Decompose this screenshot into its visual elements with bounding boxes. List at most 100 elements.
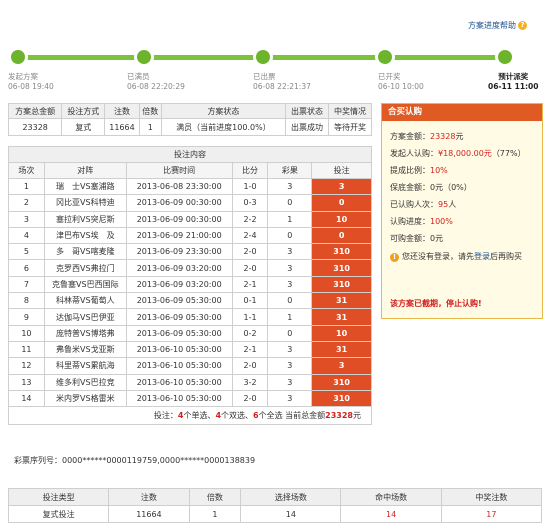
cell: 14 (240, 505, 342, 523)
table-row: 13 维多利VS巴拉竞 2013-06-10 05:30:00 3-2 3 310 (8, 373, 372, 391)
cell: 10 (8, 324, 45, 342)
cell: 13 (8, 373, 45, 391)
cell: 0-1 (231, 292, 269, 310)
cell: 0 (267, 226, 313, 245)
cell: 310 (311, 389, 372, 408)
cell: 1 (267, 308, 313, 326)
cell: 米内罗VS格雷米 (43, 389, 127, 408)
login-link[interactable]: 登录 (474, 252, 490, 261)
table-row: 7 克鲁塞VS巴西国际 2013-06-09 03:20:00 2-1 3 310 (8, 275, 372, 294)
table-row: 4 津巴布VS埃 及 2013-06-09 21:00:00 2-4 0 0 (8, 226, 372, 245)
cell: 310 (311, 275, 372, 294)
progress-step: 已开奖 06-10 10:00 (378, 72, 424, 92)
notice-text: 后再购买 (490, 252, 522, 261)
cell: 津巴布VS埃 及 (43, 226, 127, 245)
cell: 2-2 (231, 210, 269, 228)
label: 认购进度： (390, 217, 430, 226)
cell: 3 (267, 275, 313, 294)
column-header: 彩果 (267, 162, 313, 179)
cell: 维多利VS巴拉竞 (43, 373, 127, 391)
cell: 弗鲁米VS戈亚斯 (43, 340, 127, 359)
scheme-amount: 方案金额：23328元 (390, 131, 463, 142)
cell: 2-0 (231, 259, 269, 277)
step-label: 发起方案 (8, 72, 38, 81)
table-row: 复式投注 11664 1 14 14 17 (7, 505, 543, 523)
cell: 2-1 (231, 340, 269, 359)
column-header: 注数 (108, 488, 190, 506)
progress-help-link[interactable]: 方案进度帮助? (468, 20, 527, 31)
cell: 1 (188, 505, 242, 523)
guarantee-amount: 保底金额：0元（0%） (390, 182, 472, 193)
cell: 2013-06-09 21:00:00 (125, 226, 233, 245)
cell: 多 哥VS喀麦隆 (43, 243, 127, 261)
buyer-count: 已认购人次：95人 (390, 199, 456, 210)
column-header: 中奖注数 (440, 488, 543, 506)
bet-stats-table: 投注类型 注数 倍数 选择场数 命中场数 中奖注数 复式投注 11664 1 1… (7, 488, 543, 523)
cell: 塞拉利VS突尼斯 (43, 210, 127, 228)
column-header: 方案状态 (160, 103, 287, 119)
cell: 1-0 (231, 177, 269, 196)
cell: 出票成功 (285, 118, 330, 136)
progress-step: 已满员 06-08 22:20:29 (127, 72, 185, 92)
cell: 2013-06-09 05:30:00 (125, 324, 233, 342)
cell: 10 (311, 210, 372, 228)
cell: 23328 (7, 118, 63, 136)
cell: 3 (8, 210, 45, 228)
bet-summary: 投注：4个单选、4个双选、6个全选 当前总金额23328元 (8, 406, 372, 426)
table-row: 5多 哥VS喀麦隆 2013-06-09 23:30:00 2-0 3 310 (8, 243, 372, 261)
progress-step: 发起方案 06-08 19:40 (8, 72, 54, 92)
table-caption: 投注内容 (8, 146, 372, 163)
cell: 11664 (104, 118, 140, 136)
cell: 6 (8, 259, 45, 277)
progress-help-label: 方案进度帮助 (468, 21, 516, 30)
cell: 3 (267, 373, 313, 391)
cell: 9 (8, 308, 45, 326)
total-amount: 23328 (325, 411, 353, 421)
column-header: 投注 (311, 162, 372, 179)
value: 95 (438, 200, 449, 209)
cell: 2-0 (231, 389, 269, 408)
table-row: 9 达伽马VS巴伊亚 2013-06-09 05:30:00 1-1 1 31 (8, 308, 372, 326)
step-time: 06-11 11:00 (488, 82, 539, 91)
help-icon: ? (518, 21, 527, 30)
cell: 2-1 (231, 275, 269, 294)
progress-timeline: 发起方案 06-08 19:40 已满员 06-08 22:20:29 已出票 … (0, 45, 550, 97)
cell: 17 (440, 505, 543, 523)
column-header: 投注方式 (61, 103, 106, 119)
cell: 1 (8, 177, 45, 196)
cell: 11664 (108, 505, 190, 523)
label: 方案金额： (390, 132, 430, 141)
column-header: 注数 (104, 103, 140, 119)
cell: 克鲁塞VS巴西国际 (43, 275, 127, 294)
commission-rate: 提成比例：10% (390, 165, 448, 176)
column-header: 对阵 (43, 162, 127, 179)
cell: 2-0 (231, 243, 269, 261)
value: 0元（0%） (430, 183, 472, 192)
cell: 3 (267, 357, 313, 375)
step-dot-icon (495, 47, 515, 67)
cell: 8 (8, 292, 45, 310)
cell: 2 (8, 194, 45, 212)
cell: 2-4 (231, 226, 269, 245)
step-time: 06-08 19:40 (8, 82, 54, 91)
cell: 2013-06-09 00:30:00 (125, 210, 233, 228)
double-label: 个双选、 (221, 411, 254, 421)
label: 可购金额： (390, 234, 430, 243)
table-row: 12 科里蒂VS累航海 2013-06-10 05:30:00 2-0 3 3 (8, 357, 372, 375)
step-time: 06-08 22:21:37 (253, 82, 311, 91)
table-header-row: 投注类型 注数 倍数 选择场数 命中场数 中奖注数 (7, 488, 543, 506)
value: 0元 (430, 234, 444, 243)
panel-title: 合买认购 (382, 104, 542, 121)
cell: 庞特普VS博塔弗 (43, 324, 127, 342)
bet-content-table: 投注内容 场次 对阵 比赛时间 比分 彩果 投注 1瑞 士VS塞浦路 2013-0… (8, 146, 372, 426)
cell: 0 (311, 226, 372, 245)
unit: 人 (448, 200, 457, 209)
step-dot-icon (8, 47, 28, 67)
cell: 2013-06-09 05:30:00 (125, 292, 233, 310)
step-time: 06-08 22:20:29 (127, 82, 185, 91)
cell: 3 (311, 177, 372, 196)
progress-step: 已出票 06-08 22:21:37 (253, 72, 311, 92)
cell: 科里蒂VS累航海 (43, 357, 127, 375)
cell: 0 (267, 194, 313, 212)
step-label: 已出票 (253, 72, 276, 81)
